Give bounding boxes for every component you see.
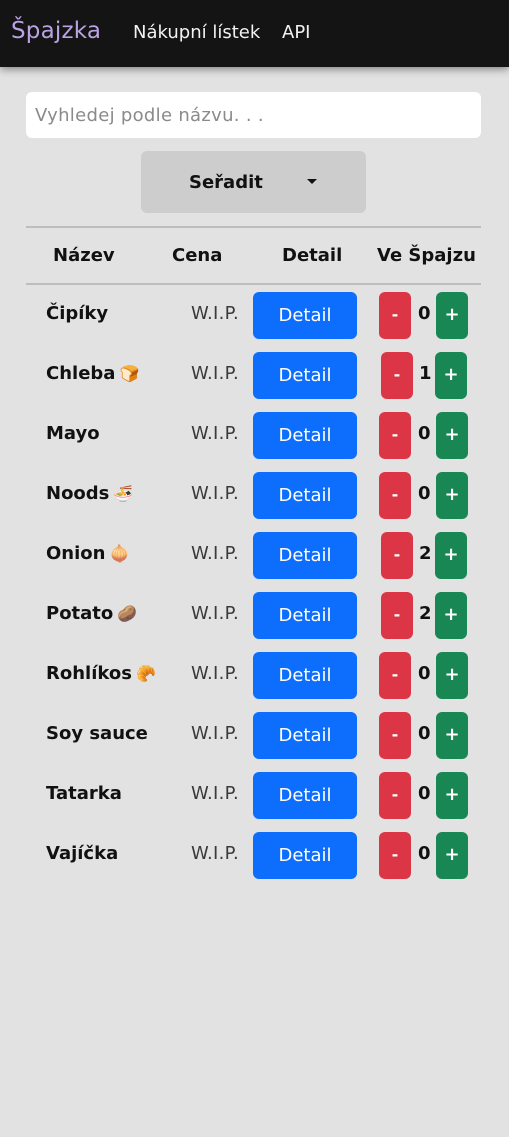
item-price: W.I.P. (191, 363, 240, 384)
brand-logo-link[interactable]: Špajzka (11, 18, 101, 44)
decrement-button[interactable]: - (379, 832, 411, 879)
quantity-value: 0 (418, 783, 431, 804)
item-emoji-icon: 🍜 (113, 484, 134, 503)
sort-dropdown-button[interactable]: Seřadit (141, 151, 366, 213)
table-header-divider (26, 283, 481, 285)
quantity-value: 0 (418, 483, 431, 504)
decrement-button[interactable]: - (379, 652, 411, 699)
decrement-button[interactable]: - (381, 532, 413, 579)
detail-button[interactable]: Detail (253, 652, 357, 699)
table-row: Noods 🍜 W.I.P. Detail -0 + (0, 470, 509, 530)
decrement-button[interactable]: - (379, 412, 411, 459)
increment-button[interactable]: + (436, 472, 468, 519)
item-name-text: Chleba (46, 363, 116, 384)
quantity-value: 2 (419, 603, 432, 624)
item-name: Rohlíkos 🥐 (46, 663, 156, 684)
header-detail: Detail (282, 245, 343, 266)
item-name: Onion 🧅 (46, 543, 129, 564)
detail-button[interactable]: Detail (253, 772, 357, 819)
table-row: Rohlíkos 🥐 W.I.P. Detail -0 + (0, 650, 509, 710)
item-name-text: Tatarka (46, 783, 122, 804)
detail-button[interactable]: Detail (253, 832, 357, 879)
header-in-pantry[interactable]: Ve Špajzu (377, 245, 476, 266)
sort-label: Seřadit (189, 172, 263, 193)
quantity-value: 2 (419, 543, 432, 564)
item-name: Noods 🍜 (46, 483, 133, 504)
increment-button[interactable]: + (435, 592, 467, 639)
item-name-text: Potato (46, 603, 114, 624)
table-row: Tatarka W.I.P. Detail -0 + (0, 770, 509, 830)
decrement-button[interactable]: - (381, 352, 413, 399)
item-price: W.I.P. (191, 423, 240, 444)
item-name-text: Vajíčka (46, 843, 119, 864)
decrement-button[interactable]: - (381, 592, 413, 639)
table-row: Mayo W.I.P. Detail -0 + (0, 410, 509, 470)
increment-button[interactable]: + (435, 352, 467, 399)
decrement-button[interactable]: - (379, 292, 411, 339)
header-name[interactable]: Název (53, 245, 115, 266)
table-row: Vajíčka W.I.P. Detail -0 + (0, 830, 509, 890)
increment-button[interactable]: + (435, 532, 467, 579)
increment-button[interactable]: + (436, 832, 468, 879)
item-price: W.I.P. (191, 303, 240, 324)
item-price: W.I.P. (191, 843, 240, 864)
increment-button[interactable]: + (436, 412, 468, 459)
caret-down-icon (307, 179, 317, 184)
item-emoji-icon: 🥐 (135, 664, 156, 683)
item-name-text: Čipíky (46, 303, 109, 324)
table-row: Čipíky W.I.P. Detail -0 + (0, 290, 509, 350)
quantity-value: 0 (418, 423, 431, 444)
quantity-value: 0 (418, 723, 431, 744)
top-navbar: Špajzka Nákupní lístek API (0, 0, 509, 67)
item-name: Mayo (46, 423, 100, 444)
detail-button[interactable]: Detail (253, 352, 357, 399)
item-price: W.I.P. (191, 483, 240, 504)
search-input[interactable] (26, 92, 481, 138)
detail-button[interactable]: Detail (253, 712, 357, 759)
nav-link-shopping-list[interactable]: Nákupní lístek (133, 22, 260, 43)
detail-button[interactable]: Detail (253, 592, 357, 639)
item-name-text: Rohlíkos (46, 663, 132, 684)
quantity-value: 0 (418, 843, 431, 864)
item-name: Potato 🥔 (46, 603, 137, 624)
item-price: W.I.P. (191, 783, 240, 804)
nav-link-api[interactable]: API (282, 22, 310, 43)
item-name-text: Onion (46, 543, 106, 564)
detail-button[interactable]: Detail (253, 472, 357, 519)
item-name: Tatarka (46, 783, 122, 804)
item-name-text: Mayo (46, 423, 100, 444)
decrement-button[interactable]: - (379, 772, 411, 819)
table-top-divider (26, 226, 481, 228)
increment-button[interactable]: + (436, 772, 468, 819)
item-price: W.I.P. (191, 663, 240, 684)
decrement-button[interactable]: - (379, 712, 411, 759)
increment-button[interactable]: + (436, 652, 468, 699)
quantity-value: 1 (419, 363, 432, 384)
item-name: Chleba 🍞 (46, 363, 139, 384)
table-row: Soy sauce W.I.P. Detail -0 + (0, 710, 509, 770)
item-emoji-icon: 🧅 (109, 544, 130, 563)
item-name-text: Noods (46, 483, 110, 504)
detail-button[interactable]: Detail (253, 292, 357, 339)
detail-button[interactable]: Detail (253, 412, 357, 459)
table-row: Potato 🥔 W.I.P. Detail -2 + (0, 590, 509, 650)
item-name: Čipíky (46, 303, 108, 324)
item-name: Vajíčka (46, 843, 118, 864)
quantity-value: 0 (418, 303, 431, 324)
item-price: W.I.P. (191, 543, 240, 564)
detail-button[interactable]: Detail (253, 532, 357, 579)
item-emoji-icon: 🥔 (117, 604, 138, 623)
item-name: Soy sauce (46, 723, 148, 744)
table-row: Chleba 🍞 W.I.P. Detail -1 + (0, 350, 509, 410)
increment-button[interactable]: + (436, 292, 468, 339)
decrement-button[interactable]: - (379, 472, 411, 519)
table-row: Onion 🧅 W.I.P. Detail -2 + (0, 530, 509, 590)
header-price[interactable]: Cena (172, 245, 222, 266)
item-price: W.I.P. (191, 603, 240, 624)
quantity-value: 0 (418, 663, 431, 684)
increment-button[interactable]: + (436, 712, 468, 759)
item-price: W.I.P. (191, 723, 240, 744)
item-emoji-icon: 🍞 (119, 364, 140, 383)
item-name-text: Soy sauce (46, 723, 148, 744)
